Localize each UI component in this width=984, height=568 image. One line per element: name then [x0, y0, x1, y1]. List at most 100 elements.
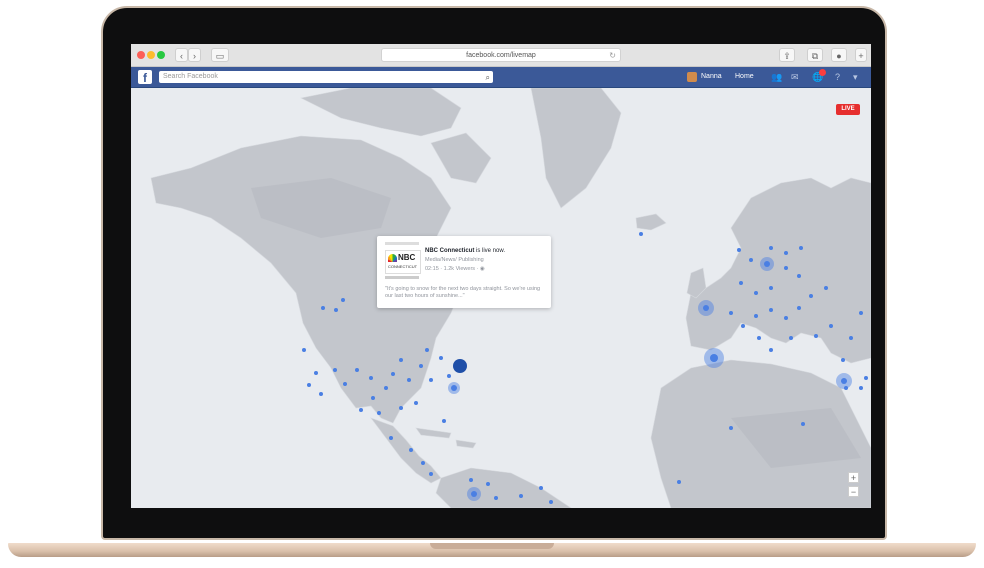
live-broadcast-dot[interactable] [439, 356, 443, 360]
live-broadcast-dot[interactable] [343, 382, 347, 386]
live-broadcast-dot[interactable] [859, 311, 863, 315]
reload-icon[interactable]: ↻ [609, 49, 616, 62]
live-broadcast-dot[interactable] [749, 258, 753, 262]
live-broadcast-dot[interactable] [389, 436, 393, 440]
live-broadcast-dot[interactable] [314, 371, 318, 375]
profile-link[interactable]: Nanna [701, 72, 722, 82]
live-broadcast-dot[interactable] [341, 298, 345, 302]
video-description: "It's going to snow for the next two day… [385, 286, 541, 299]
live-broadcast-dot[interactable] [321, 306, 325, 310]
close-window-button[interactable] [137, 51, 145, 59]
account-menu-icon[interactable]: ▾ [853, 72, 858, 82]
live-broadcast-dot[interactable] [429, 378, 433, 382]
live-broadcast-dot[interactable] [307, 383, 311, 387]
live-broadcast-dot[interactable] [729, 426, 733, 430]
live-broadcast-dot[interactable] [754, 314, 758, 318]
nbc-logo-text: NBC [398, 253, 416, 262]
live-broadcast-dot[interactable] [639, 232, 643, 236]
back-button[interactable]: ‹ [175, 48, 188, 62]
live-broadcast-dot[interactable] [754, 291, 758, 295]
live-broadcast-dot[interactable] [729, 311, 733, 315]
live-broadcast-dot[interactable] [369, 376, 373, 380]
forward-button[interactable]: › [188, 48, 201, 62]
zoom-out-button[interactable]: − [848, 486, 859, 497]
live-broadcast-dot[interactable] [769, 246, 773, 250]
live-broadcast-dot[interactable] [809, 294, 813, 298]
help-icon[interactable]: ? [835, 72, 840, 82]
live-broadcast-dot[interactable] [549, 500, 553, 504]
notification-badge [819, 69, 826, 76]
friend-requests-icon[interactable]: 👥 [771, 72, 782, 82]
search-input[interactable]: Search Facebook ⌕ [159, 71, 493, 83]
live-broadcast-dot[interactable] [391, 372, 395, 376]
live-broadcast-dot[interactable] [841, 358, 845, 362]
live-broadcast-dot[interactable] [859, 386, 863, 390]
zoom-window-button[interactable] [157, 51, 165, 59]
popup-title[interactable]: NBC Connecticut is live now. [425, 248, 505, 254]
live-broadcast-dot[interactable] [677, 480, 681, 484]
live-broadcast-dot[interactable] [409, 448, 413, 452]
live-broadcast-dot[interactable] [814, 334, 818, 338]
messages-icon[interactable]: ✉ [791, 72, 799, 82]
live-broadcast-dot[interactable] [407, 378, 411, 382]
live-broadcast-dot[interactable] [849, 336, 853, 340]
live-broadcast-dot[interactable] [799, 246, 803, 250]
avatar[interactable] [687, 72, 697, 82]
live-broadcast-dot[interactable] [333, 368, 337, 372]
live-broadcast-dot[interactable] [824, 286, 828, 290]
live-broadcast-dot[interactable] [801, 422, 805, 426]
live-broadcast-dot[interactable] [784, 251, 788, 255]
live-broadcast-dot[interactable] [769, 348, 773, 352]
live-broadcast-dot[interactable] [739, 281, 743, 285]
live-broadcast-dot[interactable] [384, 386, 388, 390]
live-broadcast-dot[interactable] [737, 248, 741, 252]
live-broadcast-dot[interactable] [519, 494, 523, 498]
page-name[interactable]: NBC Connecticut [425, 248, 474, 254]
live-broadcast-dot[interactable] [494, 496, 498, 500]
live-broadcast-dot[interactable] [429, 472, 433, 476]
live-broadcast-dot[interactable] [784, 316, 788, 320]
live-broadcast-dot[interactable] [399, 406, 403, 410]
new-tab-button[interactable]: + [855, 48, 867, 62]
share-button[interactable]: ⇪ [779, 48, 795, 62]
zoom-in-button[interactable]: + [848, 472, 859, 483]
live-broadcast-dot[interactable] [769, 308, 773, 312]
thumbnail-bar [385, 242, 419, 245]
live-broadcast-dot[interactable] [784, 266, 788, 270]
live-broadcast-dot[interactable] [377, 411, 381, 415]
address-bar[interactable]: facebook.com/livemap ↻ [381, 48, 621, 62]
show-tabs-button[interactable]: ⧉ [807, 48, 823, 62]
live-broadcast-dot[interactable] [419, 364, 423, 368]
minimize-window-button[interactable] [147, 51, 155, 59]
live-broadcast-dot[interactable] [829, 324, 833, 328]
live-broadcast-dot[interactable] [539, 486, 543, 490]
live-broadcast-dot[interactable] [421, 461, 425, 465]
live-broadcast-dot[interactable] [399, 358, 403, 362]
live-broadcast-dot[interactable] [371, 396, 375, 400]
video-stats: 02:15 · 1.2k Viewers · ◉ [425, 266, 485, 272]
live-video-popup[interactable]: NBC CONNECTICUT NBC Connecticut is live … [377, 236, 551, 308]
facebook-logo-icon[interactable]: f [138, 70, 152, 85]
search-icon[interactable]: ⌕ [486, 72, 490, 84]
live-broadcast-dot[interactable] [864, 376, 868, 380]
live-broadcast-dot[interactable] [797, 274, 801, 278]
live-broadcast-dot[interactable] [797, 306, 801, 310]
live-broadcast-dot[interactable] [355, 368, 359, 372]
live-broadcast-dot[interactable] [769, 286, 773, 290]
live-broadcast-dot[interactable] [442, 419, 446, 423]
sidebar-toggle-button[interactable]: ▭ [211, 48, 229, 62]
live-broadcast-dot[interactable] [789, 336, 793, 340]
extension-button[interactable]: ● [831, 48, 847, 62]
live-broadcast-dot[interactable] [414, 401, 418, 405]
live-broadcast-dot[interactable] [469, 478, 473, 482]
live-broadcast-dot[interactable] [334, 308, 338, 312]
live-broadcast-dot[interactable] [486, 482, 490, 486]
live-broadcast-dot[interactable] [319, 392, 323, 396]
live-broadcast-dot[interactable] [359, 408, 363, 412]
home-link[interactable]: Home [735, 72, 754, 82]
live-broadcast-dot[interactable] [302, 348, 306, 352]
live-broadcast-dot[interactable] [741, 324, 745, 328]
live-broadcast-dot[interactable] [425, 348, 429, 352]
live-broadcast-dot[interactable] [447, 374, 451, 378]
live-broadcast-dot[interactable] [757, 336, 761, 340]
